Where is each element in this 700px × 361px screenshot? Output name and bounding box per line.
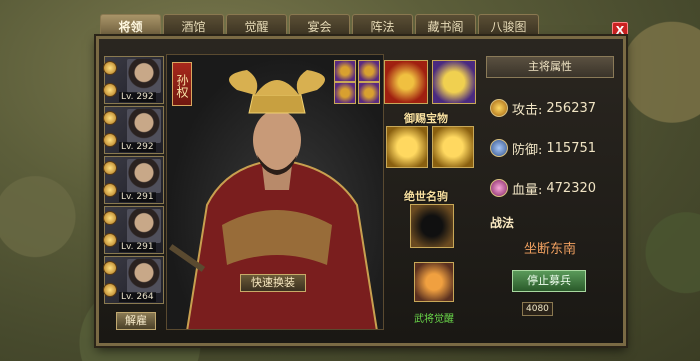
gem-slot[interactable] — [334, 82, 356, 104]
tab-generals[interactable]: 将领 — [100, 14, 161, 38]
stats-panel: 主将属性 攻击: 256237 防御: 115751 血量: 472320 — [486, 56, 614, 206]
tab-awaken[interactable]: 觉醒 — [226, 14, 287, 38]
tab-bar: 将领 酒馆 觉醒 宴会 阵法 藏书阁 八骏图 — [100, 14, 539, 38]
general-portrait-icon — [127, 59, 161, 93]
treasure-slot[interactable] — [386, 126, 428, 168]
coin-icon — [103, 183, 117, 197]
skill-header: 战法 — [490, 216, 515, 230]
treasure-slot[interactable] — [432, 126, 474, 168]
awaken-icon[interactable] — [414, 262, 454, 302]
roster-card[interactable]: Lv. 292 — [103, 56, 164, 104]
roster-card[interactable]: Lv. 264 — [103, 256, 164, 304]
roster-level: Lv. 291 — [119, 192, 156, 202]
roster-level: Lv. 292 — [119, 92, 156, 102]
defense-row: 防御: 115751 — [490, 136, 596, 160]
coin-icon — [103, 111, 117, 125]
general-portrait-icon — [127, 109, 161, 143]
general-portrait-icon — [127, 159, 161, 193]
bestowed-treasure-label: 御赐宝物 — [404, 112, 448, 125]
attack-label: 攻击: — [512, 102, 543, 118]
defense-value: 115751 — [546, 140, 597, 156]
roster-level: Lv. 291 — [119, 242, 156, 252]
gem-slot[interactable] — [358, 60, 380, 82]
coin-icon — [103, 233, 117, 247]
awaken-label: 武将觉醒 — [414, 314, 454, 325]
shield-icon — [490, 139, 508, 157]
coin-icon — [103, 211, 117, 225]
tab-eight-steeds[interactable]: 八骏图 — [478, 14, 539, 38]
roster-level: Lv. 292 — [119, 142, 156, 152]
sword-icon — [490, 99, 508, 117]
defense-label: 防御: — [512, 142, 543, 158]
skill-panel: 战法 坐断东南 停止募兵 4080 — [486, 210, 614, 324]
coin-icon — [103, 283, 117, 297]
roster-card[interactable]: Lv. 292 — [103, 106, 164, 154]
coin-icon — [103, 261, 117, 275]
hp-label: 血量: — [512, 182, 543, 198]
hp-row: 血量: 472320 — [490, 176, 596, 200]
troop-count: 4080 — [522, 302, 553, 316]
tab-banquet[interactable]: 宴会 — [289, 14, 350, 38]
quick-swap-button[interactable]: 快速换装 — [240, 274, 306, 292]
tab-library[interactable]: 藏书阁 — [415, 14, 476, 38]
roster-card[interactable]: Lv. 291 — [103, 156, 164, 204]
coin-icon — [103, 133, 117, 147]
coin-icon — [103, 161, 117, 175]
horse-slot[interactable] — [410, 204, 454, 248]
stop-recruit-button[interactable]: 停止募兵 — [512, 270, 586, 292]
general-portrait-icon — [127, 209, 161, 243]
skill-name: 坐断东南 — [523, 242, 576, 257]
tab-formation[interactable]: 阵法 — [352, 14, 413, 38]
roster-card[interactable]: Lv. 291 — [103, 206, 164, 254]
helmet-slot[interactable] — [384, 60, 428, 104]
heart-icon — [490, 179, 508, 197]
roster-level: Lv. 264 — [119, 292, 156, 302]
fan-slot[interactable] — [432, 60, 476, 104]
coin-icon — [103, 83, 117, 97]
coin-icon — [103, 61, 117, 75]
attack-row: 攻击: 256237 — [490, 96, 596, 120]
stats-title: 主将属性 — [486, 56, 614, 78]
gem-slot[interactable] — [334, 60, 356, 82]
tab-tavern[interactable]: 酒馆 — [163, 14, 224, 38]
hero-name-banner: 孙权 — [172, 62, 192, 106]
steed-label: 绝世名驹 — [404, 190, 448, 203]
general-portrait-icon — [127, 259, 161, 293]
disband-button[interactable]: 解雇 — [116, 312, 156, 330]
gem-slot[interactable] — [358, 82, 380, 104]
general-roster: Lv. 292 Lv. 292 Lv. 291 Lv. 291 Lv. 264 — [103, 56, 164, 306]
hp-value: 472320 — [546, 180, 597, 196]
attack-value: 256237 — [546, 100, 597, 116]
